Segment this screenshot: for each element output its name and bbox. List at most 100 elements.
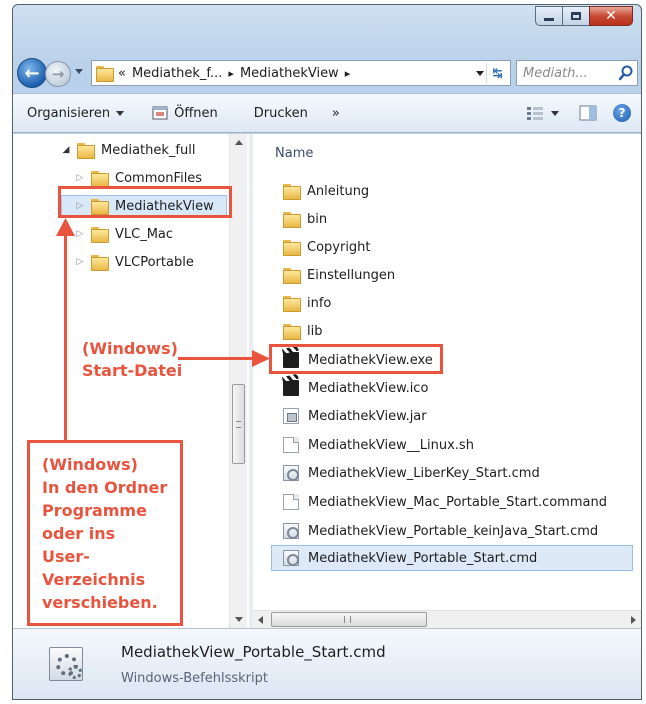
address-overflow[interactable]: « (118, 66, 126, 81)
cmd-icon (283, 465, 299, 481)
search-box[interactable]: Mediath... (516, 60, 638, 86)
file-name: MediathekView_LiberKey_Start.cmd (308, 465, 540, 481)
print-button[interactable]: Drucken (228, 94, 318, 132)
help-icon[interactable]: ? (613, 104, 631, 122)
close-button[interactable]: ✕ (589, 6, 633, 26)
address-dropdown[interactable] (476, 71, 484, 76)
file-row[interactable]: MediathekView_Mac_Portable_Start.command (283, 489, 607, 515)
collapsed-triangle-icon[interactable]: ▷ (75, 173, 85, 183)
file-name: Anleitung (307, 183, 370, 199)
file-row[interactable]: MediathekView_LiberKey_Start.cmd (283, 460, 540, 486)
collapsed-triangle-icon[interactable]: ▷ (75, 257, 85, 267)
scroll-down-icon[interactable] (235, 617, 243, 622)
document-icon (283, 437, 299, 453)
grip-icon (236, 421, 241, 428)
search-icon[interactable] (618, 64, 634, 82)
arrow-shaft (178, 357, 256, 360)
file-name: bin (307, 211, 328, 227)
clapper-icon (283, 380, 299, 396)
folder-icon (91, 171, 109, 187)
file-row[interactable]: MediathekView_Portable_Start.cmd (271, 545, 633, 571)
file-row[interactable]: Einstellungen (283, 262, 395, 288)
file-row[interactable]: info (283, 290, 331, 316)
folder-icon (283, 184, 301, 200)
breadcrumb-mediathekview[interactable]: MediathekView (240, 66, 339, 81)
callout-line: In den Ordner (42, 478, 168, 497)
folder-icon (283, 324, 301, 340)
folder-icon (96, 66, 114, 82)
folder-icon (283, 240, 301, 256)
more-commands-button[interactable]: » (318, 94, 350, 132)
highlight-start-file (269, 344, 443, 374)
arrow-head-up-icon (56, 218, 75, 236)
tree-item-mediathek-full[interactable]: ◢ Mediathek_full (61, 139, 195, 161)
breadcrumb-mediathek-full[interactable]: Mediathek_f... (132, 66, 222, 81)
open-button[interactable]: Öffnen (134, 94, 228, 132)
address-bar[interactable]: « Mediathek_f... ▸ MediathekView ▸ ↹ (91, 60, 511, 86)
file-list-pane: Name Anleitung bin Copyright Einstellung… (253, 134, 641, 628)
file-row[interactable]: Anleitung (283, 178, 369, 204)
chevron-down-icon[interactable] (551, 110, 559, 116)
scrollbar-thumb[interactable] (271, 612, 427, 627)
scrollbar-thumb[interactable] (232, 384, 245, 464)
folder-icon (91, 255, 109, 271)
scroll-left-icon[interactable] (258, 616, 263, 624)
cmd-icon (283, 523, 299, 539)
open-icon (152, 106, 168, 120)
caption-buttons: ✕ (535, 6, 633, 26)
callout-line: (Windows) (42, 455, 138, 474)
folder-icon (283, 212, 301, 228)
file-name: info (307, 295, 332, 311)
navigation-bar: ← → « Mediathek_f... ▸ MediathekView ▸ ↹… (13, 55, 641, 91)
highlight-mediathekview-folder (58, 186, 232, 218)
scroll-right-icon[interactable] (631, 616, 636, 624)
tree-item-label: Mediathek_full (101, 142, 196, 158)
file-name: MediathekView_Portable_keinJava_Start.cm… (308, 523, 599, 539)
forward-button[interactable]: → (45, 61, 71, 87)
search-placeholder: Mediath... (523, 65, 588, 81)
file-row[interactable]: bin (283, 206, 327, 232)
file-name: MediathekView_Mac_Portable_Start.command (308, 494, 607, 510)
cmd-icon (283, 550, 299, 566)
collapsed-triangle-icon[interactable]: ▷ (75, 229, 85, 239)
chevron-down-icon (116, 110, 125, 116)
minimize-button[interactable] (535, 6, 563, 26)
file-row[interactable]: Copyright (283, 234, 371, 260)
breadcrumb-separator[interactable]: ▸ (228, 67, 234, 80)
file-name: MediathekView.ico (308, 380, 429, 396)
file-list-scrollbar[interactable] (253, 610, 641, 628)
folder-icon (77, 143, 95, 159)
print-label: Drucken (253, 105, 308, 121)
breadcrumb-separator[interactable]: ▸ (345, 67, 351, 80)
arrow-head-right-icon (252, 350, 270, 367)
back-button[interactable]: ← (17, 58, 47, 88)
details-filetype: Windows-Befehlsskript (121, 671, 268, 686)
minimize-icon (544, 17, 554, 21)
folder-icon (283, 296, 301, 312)
file-row[interactable]: lib (283, 318, 322, 344)
grip-icon (344, 616, 351, 623)
organize-menu[interactable]: Organisieren (13, 94, 134, 132)
file-row[interactable]: MediathekView_Portable_keinJava_Start.cm… (283, 518, 598, 544)
expanded-triangle-icon[interactable]: ◢ (61, 145, 71, 155)
tree-item-vlc-mac[interactable]: ▷ VLC_Mac (75, 223, 173, 245)
file-row[interactable]: MediathekView.ico (283, 375, 428, 401)
file-row[interactable]: MediathekView.jar (283, 403, 427, 429)
callout-line: Programme (42, 501, 147, 520)
open-label: Öffnen (174, 105, 218, 121)
preview-pane-icon[interactable] (579, 105, 597, 121)
maximize-button[interactable] (562, 6, 590, 26)
callout-line: Start-Datei (82, 361, 183, 380)
column-header-name[interactable]: Name (275, 146, 313, 161)
arrow-left-icon: ← (24, 62, 40, 84)
command-bar: Organisieren Öffnen Drucken » ? (13, 93, 641, 133)
tree-item-vlcportable[interactable]: ▷ VLCPortable (75, 251, 194, 273)
refresh-icon: ↹ (492, 66, 503, 80)
callout-line: (Windows) (82, 339, 178, 358)
organize-label: Organisieren (27, 105, 111, 121)
recent-pages-dropdown[interactable] (75, 69, 83, 74)
view-options-icon[interactable] (527, 106, 543, 120)
scroll-up-icon[interactable] (235, 140, 243, 145)
file-row[interactable]: MediathekView__Linux.sh (283, 432, 474, 458)
refresh-button[interactable]: ↹ (486, 63, 508, 83)
